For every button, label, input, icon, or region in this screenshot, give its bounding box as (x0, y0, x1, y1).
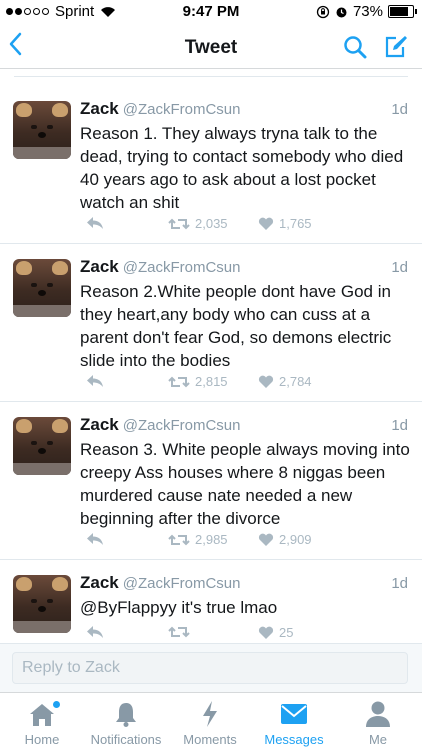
divider (14, 76, 408, 77)
tweet-actions: 2,815 2,784 (80, 374, 410, 394)
battery-icon (388, 5, 417, 18)
reply-button[interactable] (86, 374, 104, 388)
like-button[interactable]: 25 (258, 625, 293, 640)
tweet-text: Reason 1. They always tryna talk to the … (80, 124, 404, 212)
status-bar: Sprint 9:47 PM 73% (0, 0, 422, 24)
compose-tweet-button[interactable] (383, 34, 409, 65)
navigation-bar: Tweet (0, 24, 422, 69)
author-name[interactable]: Zack (80, 99, 119, 118)
author-handle[interactable]: @ZackFromCsun (123, 259, 241, 276)
avatar[interactable] (13, 259, 71, 317)
tab-label: Messages (264, 732, 324, 747)
avatar[interactable] (13, 417, 71, 475)
orientation-lock-icon (316, 5, 330, 18)
reply-button[interactable] (86, 532, 104, 546)
reply-icon (87, 626, 103, 638)
envelope-icon (281, 704, 307, 724)
tweet-age: 1d (391, 101, 408, 118)
reply-icon (87, 375, 103, 387)
retweet-button[interactable]: 2,985 (168, 532, 228, 547)
author-name[interactable]: Zack (80, 257, 119, 276)
tweet-age: 1d (391, 259, 408, 276)
tab-label: Home (24, 732, 60, 747)
reply-button[interactable] (86, 625, 104, 639)
battery-percentage: 73% (352, 3, 383, 20)
tab-moments[interactable]: Moments (168, 693, 252, 751)
tweet-age: 1d (391, 575, 408, 592)
tab-label: Me (368, 732, 388, 747)
notification-dot (53, 701, 60, 708)
divider (0, 559, 422, 560)
search-icon (344, 36, 367, 59)
divider (0, 401, 422, 402)
heart-icon (258, 375, 274, 388)
author-name[interactable]: Zack (80, 415, 119, 434)
compose-icon (385, 36, 407, 58)
retweet-count: 2,815 (195, 374, 228, 389)
like-button[interactable]: 2,784 (258, 374, 312, 389)
alarm-icon (336, 7, 347, 17)
retweet-icon (168, 376, 190, 387)
tab-notifications[interactable]: Notifications (84, 693, 168, 751)
person-icon (366, 701, 390, 727)
reply-icon (87, 217, 103, 229)
tab-me[interactable]: Me (336, 693, 420, 751)
like-count: 2,784 (279, 374, 312, 389)
author-name[interactable]: Zack (80, 573, 119, 592)
divider (0, 243, 422, 244)
heart-icon (258, 533, 274, 546)
tweet-text: @ByFlappyy it's true lmao (80, 598, 278, 617)
retweet-icon (168, 626, 190, 638)
bell-icon (116, 703, 136, 727)
retweet-icon (168, 534, 190, 545)
tweet-actions: 25 (80, 625, 410, 645)
tweet-age: 1d (391, 417, 408, 434)
tweet-text: Reason 2.White people dont have God in t… (80, 282, 392, 370)
retweet-button[interactable] (168, 625, 195, 639)
like-count: 25 (279, 625, 294, 640)
tab-label: Moments (183, 732, 237, 747)
author-handle[interactable]: @ZackFromCsun (123, 417, 241, 434)
tab-messages[interactable]: Messages (252, 693, 336, 751)
like-count: 1,765 (279, 216, 312, 231)
author-handle[interactable]: @ZackFromCsun (123, 575, 241, 592)
retweet-button[interactable]: 2,035 (168, 216, 228, 231)
tweet-actions: 2,985 2,909 (80, 532, 410, 552)
reply-bar: Reply to Zack (0, 643, 422, 692)
avatar[interactable] (13, 101, 71, 159)
tweet-text: Reason 3. White people always moving int… (80, 440, 410, 528)
like-count: 2,909 (279, 532, 312, 547)
heart-icon (258, 626, 274, 639)
retweet-count: 2,035 (195, 216, 228, 231)
retweet-count: 2,985 (195, 532, 228, 547)
like-button[interactable]: 2,909 (258, 532, 312, 547)
retweet-icon (168, 218, 190, 229)
like-button[interactable]: 1,765 (258, 216, 312, 231)
reply-input[interactable]: Reply to Zack (12, 652, 408, 684)
tab-home[interactable]: Home (0, 693, 84, 751)
reply-icon (87, 533, 103, 545)
reply-button[interactable] (86, 216, 104, 230)
tab-label: Notifications (90, 732, 162, 747)
author-handle[interactable]: @ZackFromCsun (123, 101, 241, 118)
retweet-button[interactable]: 2,815 (168, 374, 228, 389)
heart-icon (258, 217, 274, 230)
search-button[interactable] (343, 35, 367, 64)
lightning-icon (203, 701, 217, 727)
tweet-actions: 2,035 1,765 (80, 216, 410, 236)
tab-bar: Home Notifications Moments Messages Me (0, 692, 422, 751)
avatar[interactable] (13, 575, 71, 633)
